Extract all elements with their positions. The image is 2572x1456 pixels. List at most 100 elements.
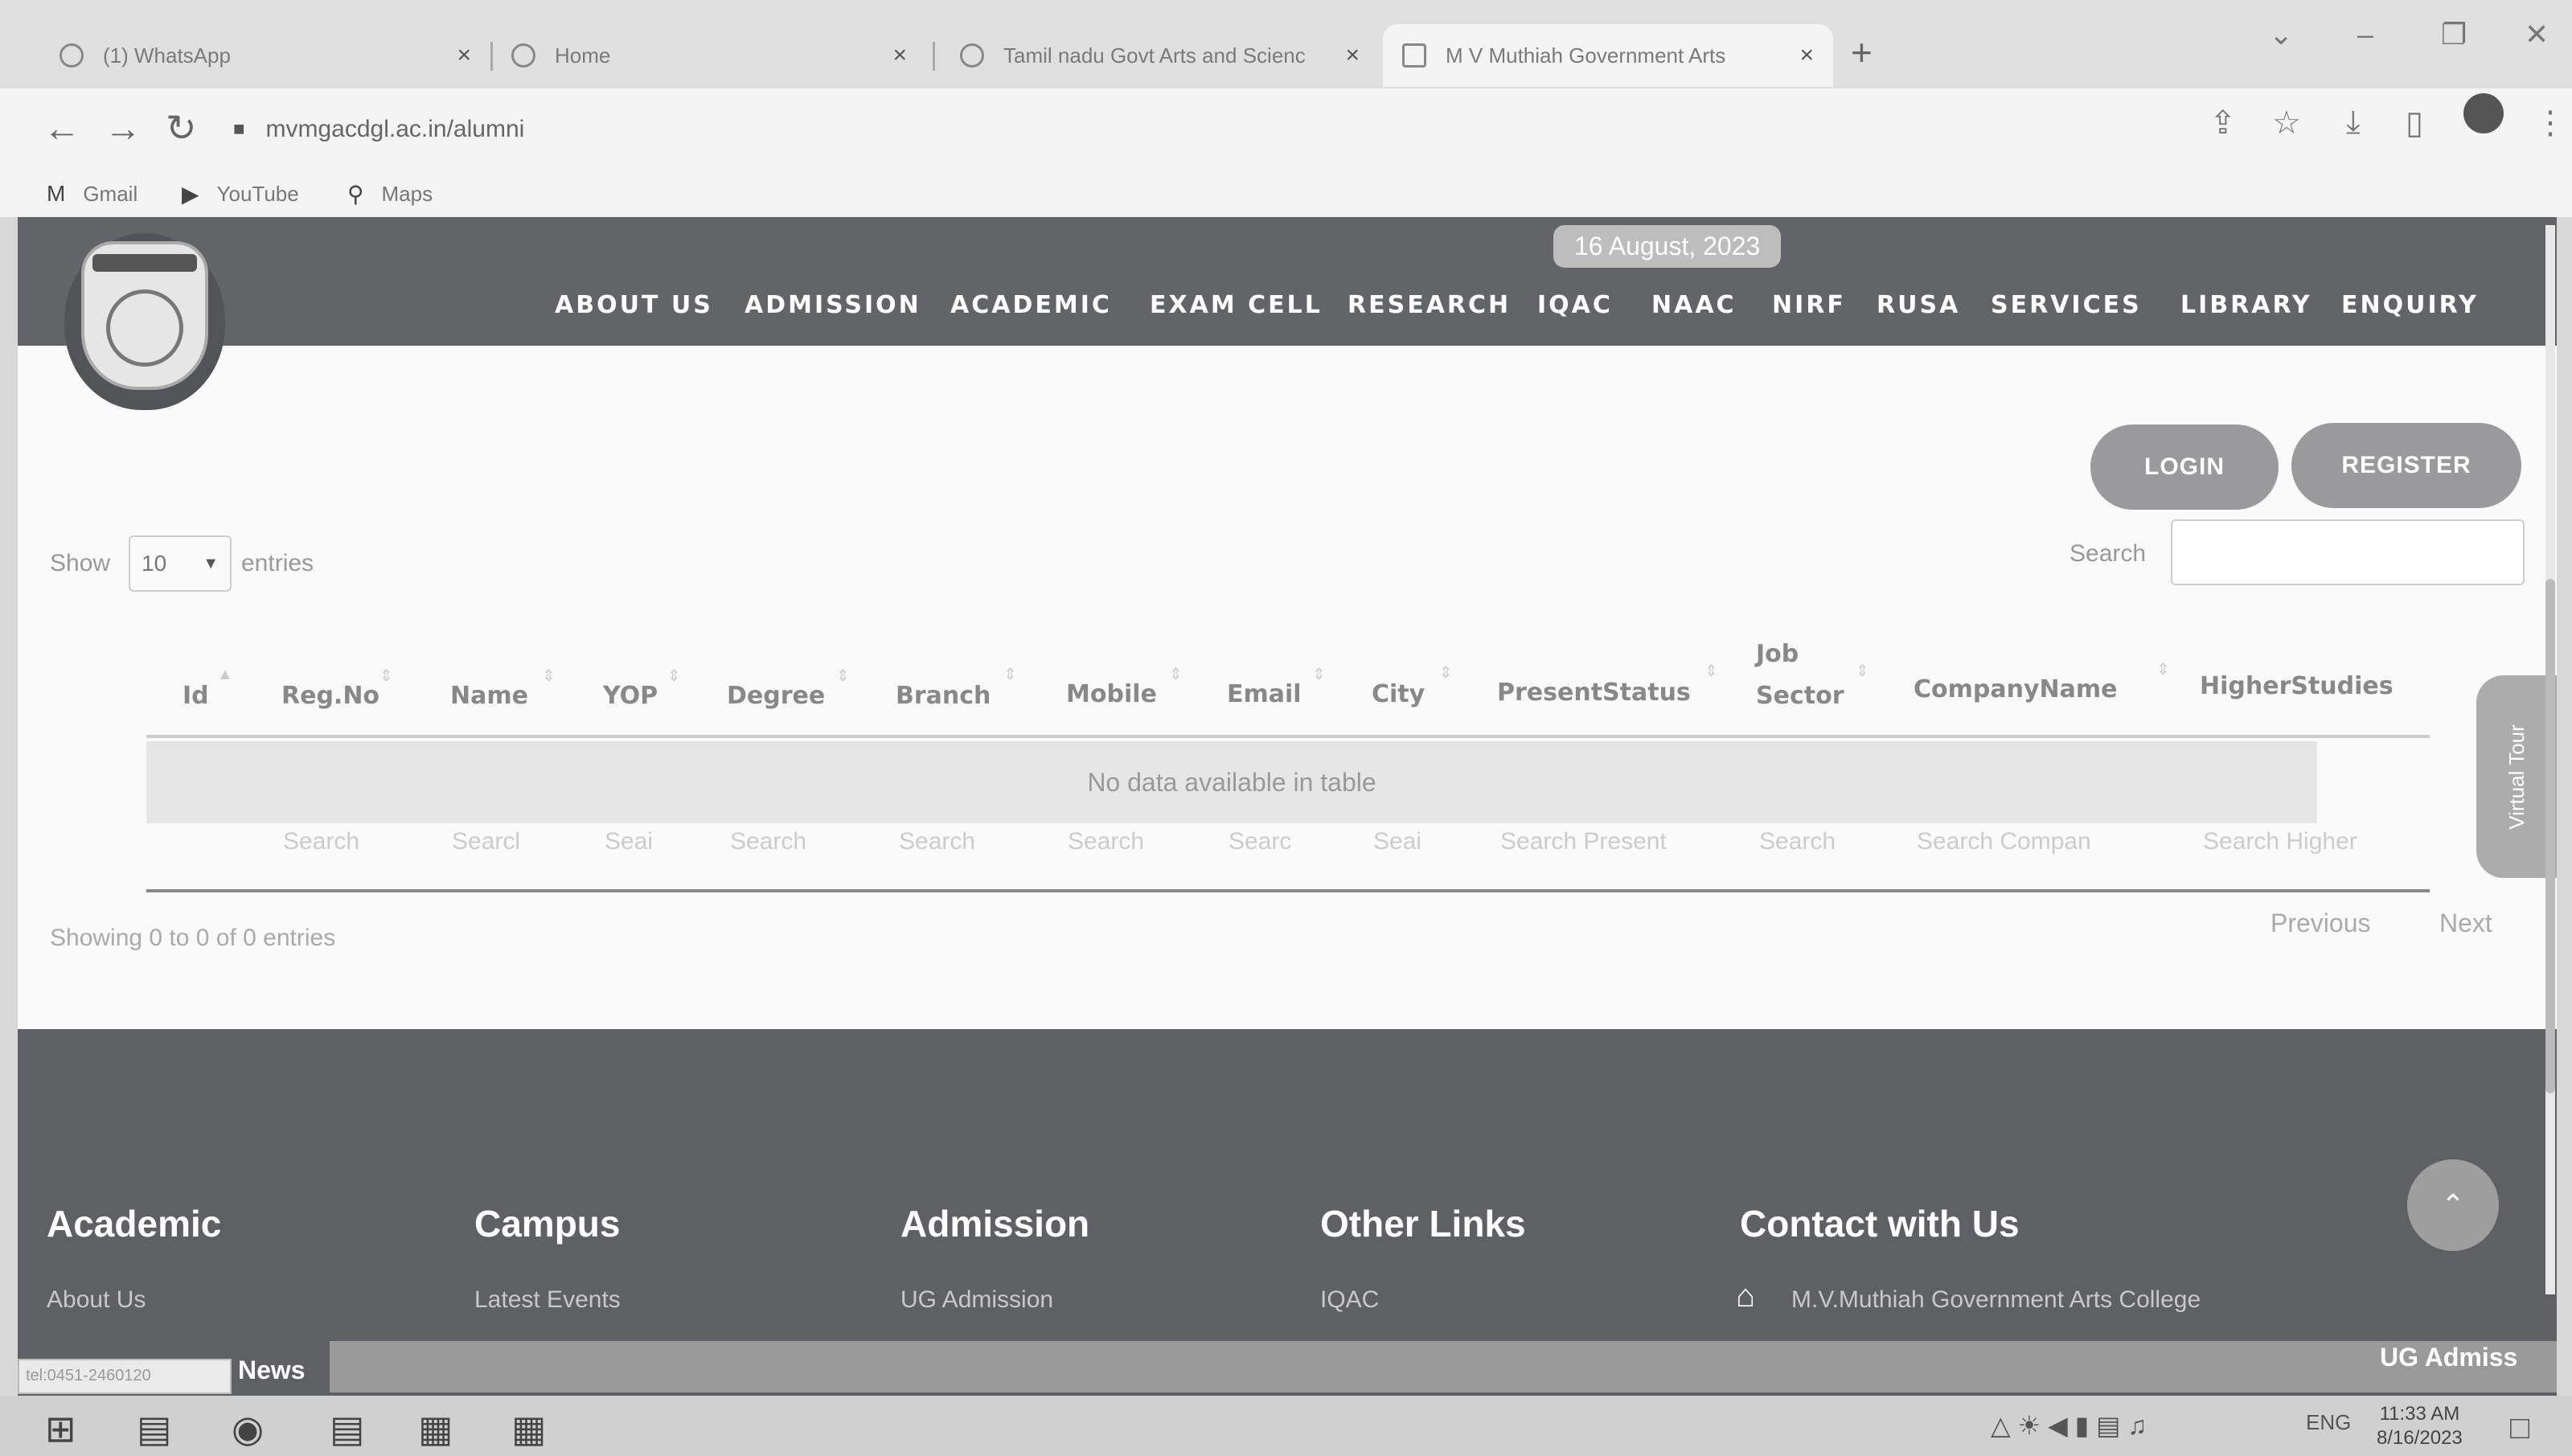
side-panel-icon[interactable]: ▯ bbox=[2406, 105, 2423, 141]
page-scrollbar-thumb[interactable] bbox=[2545, 579, 2555, 1093]
column-header-branch[interactable]: Branch bbox=[896, 682, 991, 710]
word-icon[interactable]: ▦ bbox=[418, 1407, 453, 1450]
college-logo[interactable] bbox=[64, 233, 225, 410]
nav-library[interactable]: LIBRARY bbox=[2180, 291, 2312, 319]
column-search-job-sector[interactable]: Search bbox=[1759, 828, 1856, 855]
system-clock[interactable]: 11:33 AM 8/16/2023 bbox=[2377, 1402, 2463, 1450]
tab-tamilnadu-govt[interactable]: Tamil nadu Govt Arts and Scienc × bbox=[941, 24, 1379, 87]
document-app-icon[interactable]: ▦ bbox=[511, 1407, 546, 1450]
close-tab-icon[interactable]: × bbox=[1345, 42, 1360, 69]
back-button[interactable]: ← bbox=[43, 106, 80, 150]
virtual-tour-button[interactable]: Virtual Tour bbox=[2476, 675, 2557, 878]
column-search-yop[interactable]: Seai bbox=[605, 828, 669, 855]
notification-icon[interactable]: □ bbox=[2510, 1410, 2529, 1446]
column-header-degree[interactable]: Degree bbox=[727, 682, 825, 710]
tab-title: (1) WhatsApp bbox=[103, 43, 231, 68]
forward-button[interactable]: → bbox=[105, 106, 142, 150]
column-header-reg-no[interactable]: Reg.No bbox=[281, 682, 379, 710]
profile-avatar[interactable] bbox=[2463, 93, 2504, 133]
column-header-id[interactable]: Id bbox=[183, 682, 209, 710]
column-search-branch[interactable]: Search bbox=[899, 828, 1011, 855]
date-badge: 16 August, 2023 bbox=[1553, 225, 1782, 268]
column-search-company-name[interactable]: Search Compan bbox=[1917, 828, 2142, 855]
browser-menu-icon[interactable]: ⋮ bbox=[2534, 105, 2566, 141]
maps-pin-icon: ⚲ bbox=[347, 182, 364, 207]
nav-iqac[interactable]: IQAC bbox=[1537, 291, 1613, 319]
sort-icon: ⇕ bbox=[2156, 661, 2170, 679]
column-search-degree[interactable]: Search bbox=[730, 828, 843, 855]
nav-nirf[interactable]: NIRF bbox=[1772, 291, 1846, 319]
nav-exam-cell[interactable]: EXAM CELL bbox=[1150, 291, 1323, 319]
browser-app-icon[interactable]: ▤ bbox=[330, 1407, 364, 1450]
chrome-icon[interactable]: ◉ bbox=[232, 1407, 264, 1450]
nav-rusa[interactable]: RUSA bbox=[1877, 291, 1960, 319]
column-search-mobile[interactable]: Search bbox=[1068, 828, 1180, 855]
bookmark-star-icon[interactable]: ☆ bbox=[2272, 105, 2301, 141]
column-header-yop[interactable]: YOP bbox=[603, 682, 658, 710]
column-search-present-status[interactable]: Search Present bbox=[1500, 828, 1701, 855]
tab-home[interactable]: Home × bbox=[492, 24, 926, 87]
reload-button[interactable]: ↻ bbox=[166, 106, 197, 150]
close-window-button[interactable]: ✕ bbox=[2525, 18, 2549, 51]
close-tab-icon[interactable]: × bbox=[1799, 42, 1814, 69]
table-search-input[interactable] bbox=[2171, 519, 2525, 585]
download-icon[interactable]: ⤓ bbox=[2346, 105, 2361, 141]
column-search-city[interactable]: Seai bbox=[1373, 828, 1438, 855]
address-bar[interactable]: ■ mvmgacdgl.ac.in/alumni bbox=[233, 103, 2163, 156]
new-tab-button[interactable]: + bbox=[1851, 31, 1873, 74]
register-button[interactable]: REGISTER bbox=[2291, 423, 2521, 508]
sort-icon: ⇕ bbox=[542, 667, 556, 685]
column-search-reg-no[interactable]: Search bbox=[283, 828, 404, 855]
column-header-name[interactable]: Name bbox=[450, 682, 528, 710]
footer-link-about-us[interactable]: About Us bbox=[47, 1286, 146, 1314]
nav-academic[interactable]: ACADEMIC bbox=[950, 291, 1112, 319]
nav-admission[interactable]: ADMISSION bbox=[745, 291, 921, 319]
tab-muthiah-college[interactable]: M V Muthiah Government Arts × bbox=[1383, 24, 1833, 87]
close-tab-icon[interactable]: × bbox=[457, 42, 471, 69]
column-header-higher-studies[interactable]: HigherStudies bbox=[2200, 672, 2394, 700]
share-icon[interactable]: ⇪ bbox=[2209, 105, 2237, 141]
nav-about-us[interactable]: ABOUT US bbox=[555, 291, 713, 319]
tab-whatsapp[interactable]: (1) WhatsApp × bbox=[40, 24, 490, 87]
tab-search-icon[interactable]: ⌄ bbox=[2269, 18, 2293, 51]
windows-start-icon[interactable]: ⊞ bbox=[45, 1407, 76, 1450]
restore-button[interactable]: ❐ bbox=[2441, 18, 2467, 51]
bookmark-maps[interactable]: ⚲ Maps bbox=[347, 181, 433, 207]
next-page-button[interactable]: Next bbox=[2439, 908, 2492, 938]
search-label: Search bbox=[2069, 540, 2147, 567]
whatsapp-icon bbox=[59, 43, 84, 68]
previous-page-button[interactable]: Previous bbox=[2270, 908, 2371, 938]
language-indicator[interactable]: ENG bbox=[2306, 1410, 2351, 1435]
column-header-email[interactable]: Email bbox=[1227, 680, 1302, 708]
column-header-job-sector[interactable]: Job Sector bbox=[1756, 634, 1852, 717]
column-search-name[interactable]: Searcl bbox=[452, 828, 548, 855]
column-header-company-name[interactable]: CompanyName bbox=[1914, 675, 2117, 703]
nav-naac[interactable]: NAAC bbox=[1651, 291, 1737, 319]
column-search-email[interactable]: Searc bbox=[1229, 828, 1325, 855]
footer-link-iqac[interactable]: IQAC bbox=[1320, 1286, 1379, 1314]
footer-link-ug-admission[interactable]: UG Admission bbox=[900, 1286, 1053, 1314]
footer-link-latest-events[interactable]: Latest Events bbox=[474, 1286, 621, 1314]
file-explorer-icon[interactable]: ▤ bbox=[137, 1407, 171, 1450]
tray-icons[interactable]: △ ☀ ◀ ▮ ▤ ♫ bbox=[1991, 1410, 2147, 1441]
column-search-higher-studies[interactable]: Search Higher bbox=[2203, 828, 2412, 855]
nav-research[interactable]: RESEARCH bbox=[1348, 291, 1511, 319]
nav-enquiry[interactable]: ENQUIRY bbox=[2341, 291, 2479, 319]
login-button[interactable]: LOGIN bbox=[2090, 424, 2279, 510]
table-header-divider bbox=[146, 735, 2430, 738]
tab-title: Tamil nadu Govt Arts and Scienc bbox=[1003, 43, 1306, 68]
bookmark-label: YouTube bbox=[216, 182, 299, 206]
news-ticker-item[interactable]: UG Admiss bbox=[2380, 1343, 2517, 1372]
column-header-city[interactable]: City bbox=[1372, 680, 1425, 708]
minimize-button[interactable]: – bbox=[2357, 18, 2373, 51]
bookmark-gmail[interactable]: M Gmail bbox=[47, 181, 137, 207]
bookmark-youtube[interactable]: ▶ YouTube bbox=[182, 181, 299, 207]
nav-services[interactable]: SERVICES bbox=[1991, 291, 2142, 319]
column-header-present-status[interactable]: PresentStatus bbox=[1497, 679, 1691, 707]
close-tab-icon[interactable]: × bbox=[892, 42, 907, 69]
globe-icon bbox=[960, 43, 984, 68]
scroll-to-top-button[interactable]: ⌃ bbox=[2407, 1159, 2499, 1251]
entries-select[interactable]: 10 ▼ bbox=[129, 535, 232, 592]
column-header-mobile[interactable]: Mobile bbox=[1066, 680, 1157, 708]
footer-contact-address: M.V.Muthiah Government Arts College bbox=[1791, 1286, 2201, 1313]
